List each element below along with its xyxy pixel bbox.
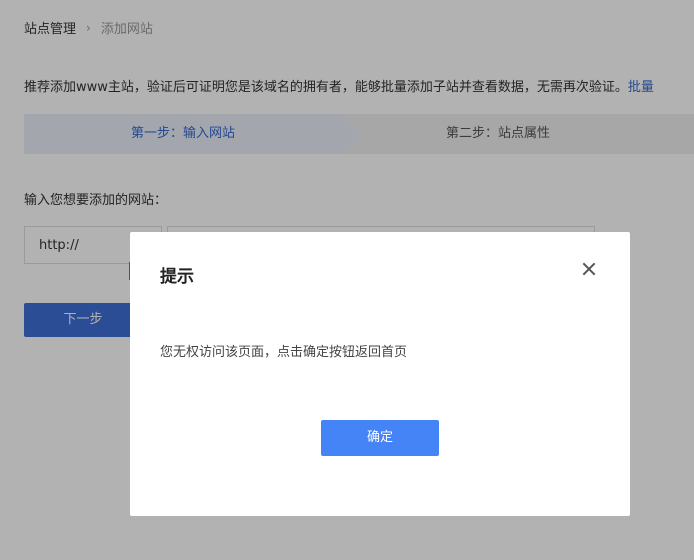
close-icon[interactable] xyxy=(578,258,600,280)
dialog-title: 提示 xyxy=(160,267,194,287)
alert-dialog: 提示 您无权访问该页面，点击确定按钮返回首页 确定 xyxy=(130,232,630,516)
dialog-message: 您无权访问该页面，点击确定按钮返回首页 xyxy=(160,345,408,360)
confirm-button[interactable]: 确定 xyxy=(321,420,439,456)
